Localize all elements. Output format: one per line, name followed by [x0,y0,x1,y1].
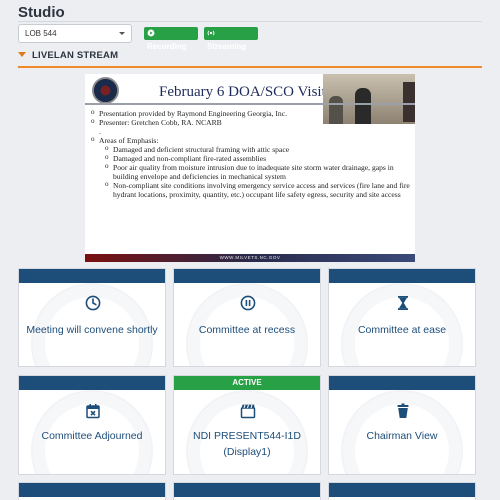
slide-footer: WWW.MILVETS.NC.GOV [85,254,415,262]
tile-label: Meeting will convene shortly [26,324,158,336]
tile-more-1[interactable] [18,482,166,500]
slide-content: Presentation provided by Raymond Enginee… [91,108,413,199]
slide-sub-bullet: Damaged and deficient structural framing… [91,144,413,154]
slide-sub-bullet: Non-compliant site conditions involving … [91,180,413,199]
livelan-stream-header[interactable]: LIVELAN STREAM [18,50,118,61]
recording-badge-label: Recording [147,42,187,51]
tile-chairman-view[interactable]: Chairman View [328,375,476,475]
record-icon [147,29,155,37]
tile-committee-ease[interactable]: Committee at ease [328,268,476,367]
chevron-down-icon [18,52,26,57]
streaming-badge: Streaming [204,27,258,51]
section-divider [18,66,482,68]
video-stream[interactable]: February 6 DOA/SCO Visit Presentation pr… [85,74,415,262]
clapperboard-icon [240,404,256,419]
room-select[interactable]: LOB 544 [18,24,132,43]
tile-label: NDI PRESENT544-I1D (Display1) [193,430,301,458]
section-title: LIVELAN STREAM [32,50,119,61]
slide-bullet: . [99,127,101,136]
slide-sub-bullet: Poor air quality from moisture intrusion… [91,162,413,181]
calendar-x-icon [86,404,100,419]
tile-label: Committee at ease [357,324,447,336]
pause-circle-icon [240,295,256,311]
room-select-value: LOB 544 [25,29,57,38]
slide-bullet: Presentation provided by Raymond Enginee… [91,108,413,118]
title-divider [18,21,482,22]
tile-label: Committee at recess [198,324,296,336]
streaming-badge-label: Streaming [207,42,247,51]
clock-icon [85,295,101,311]
tile-meeting-convene[interactable]: Meeting will convene shortly [18,268,166,367]
slide-sub-bullet: Damaged and non-compliant fire-rated ass… [91,153,413,163]
active-status: ACTIVE [174,376,320,390]
tile-ndi-present[interactable]: ACTIVE NDI PRESENT544-I1D (Display1) [173,375,321,475]
slide-bullet: Presenter: Gretchen Cobb, RA. NCARB [91,117,413,127]
tile-more-2[interactable] [173,482,321,500]
slide-title: February 6 DOA/SCO Visit [159,84,326,100]
tile-label: Committee Adjourned [41,430,143,442]
recording-badge: Recording [144,27,198,51]
page-title: Studio [18,4,65,21]
hourglass-icon [398,296,408,310]
tile-committee-recess[interactable]: Committee at recess [173,268,321,367]
slide-divider [85,103,415,105]
slide-bullet: Areas of Emphasis: [91,135,413,145]
chevron-down-icon [119,32,125,35]
tile-committee-adjourned[interactable]: Committee Adjourned [18,375,166,475]
tile-label: Chairman View [366,430,438,442]
broadcast-icon [207,30,215,36]
tile-more-3[interactable] [328,482,476,500]
state-seal-icon [92,77,119,104]
cup-icon [397,403,409,418]
